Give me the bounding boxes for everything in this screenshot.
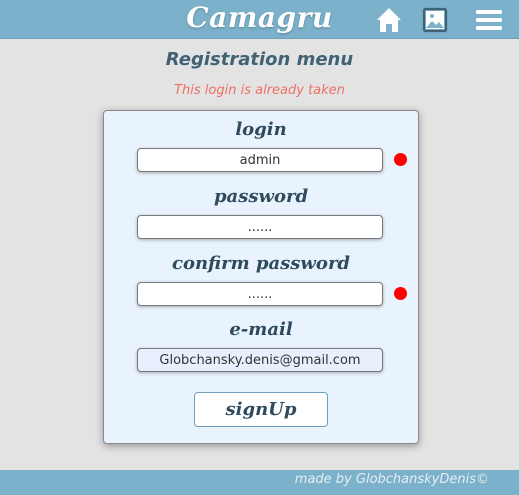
password-input[interactable]: [137, 215, 383, 239]
footer-credit: made by GlobchanskyDenis©: [294, 472, 489, 487]
email-input[interactable]: [137, 348, 383, 372]
password-label: password: [213, 186, 309, 207]
login-invalid-indicator: [394, 153, 407, 166]
confirm-password-input[interactable]: [137, 282, 383, 306]
confirm-password-label: confirm password: [171, 253, 351, 274]
login-input[interactable]: [137, 148, 383, 172]
hamburger-menu-icon[interactable]: [474, 5, 504, 35]
home-icon[interactable]: [374, 5, 404, 35]
email-label: e-mail: [229, 319, 293, 340]
image-icon[interactable]: [420, 5, 450, 35]
registration-form: login password confirm password e-mail s…: [103, 110, 419, 444]
top-navbar: Camagru: [0, 0, 519, 39]
error-message: This login is already taken: [174, 83, 345, 98]
page-title: Registration menu: [165, 49, 354, 70]
confirm-password-invalid-indicator: [394, 287, 407, 300]
login-label: login: [235, 119, 287, 140]
footer: made by GlobchanskyDenis©: [0, 470, 519, 495]
signup-button[interactable]: signUp: [194, 392, 328, 427]
